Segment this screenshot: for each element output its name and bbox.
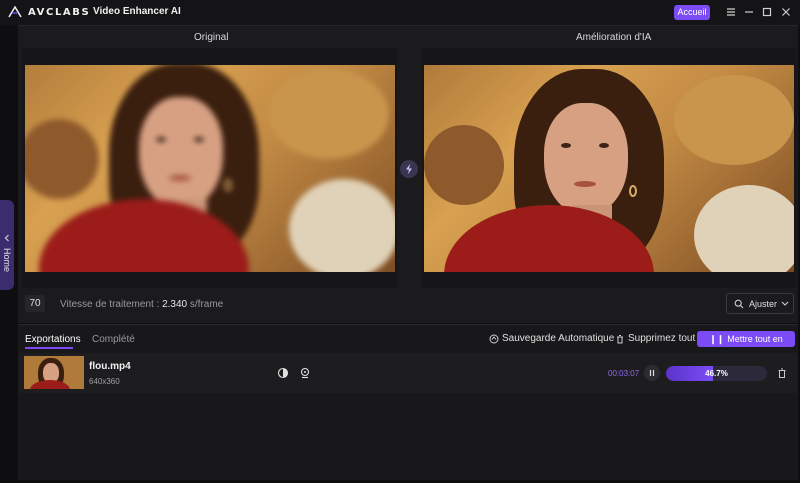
frame-number[interactable]: 70 [25,295,45,312]
auto-save-label: Sauvegarde Automatique [502,333,615,344]
contrast-icon[interactable] [277,367,289,379]
menu-icon[interactable] [724,5,738,19]
app-logo: AVCLABS [8,6,90,18]
maximize-icon[interactable] [760,5,774,19]
home-sidebar-tab[interactable]: Home [0,200,14,290]
chevron-down-icon [781,301,789,307]
auto-save-button[interactable]: Sauvegarde Automatique [489,333,614,344]
progress-bar: 46.7% [666,366,767,381]
active-tab-indicator [25,347,73,349]
chevron-left-icon [3,234,11,242]
tab-complete[interactable]: Complété [92,334,135,345]
original-video-frame [25,65,395,272]
fit-label: Ajuster [749,299,778,309]
video-thumbnail [24,356,84,389]
title-bar: AVCLABS Video Enhancer AI Accueil [0,0,800,25]
pause-item-button[interactable] [644,365,660,381]
original-label: Original [194,32,229,43]
brand-name: AVCLABS [28,6,91,18]
auto-save-icon [489,334,499,344]
zoom-icon [734,299,744,309]
pause-icon: ❙❙ [709,334,725,344]
export-row: flou.mp4 640x360 00:03:07 46.7% [18,353,798,393]
minimize-icon[interactable] [742,5,756,19]
avclabs-logo-icon [8,6,22,18]
fit-zoom-dropdown[interactable]: Ajuster [726,293,794,314]
processing-speed: Vitesse de traitement : 2.340 s/frame [60,299,223,310]
home-label: Home [2,248,12,273]
delete-all-button[interactable]: Supprimez tout [615,333,695,344]
speed-label: Vitesse de traitement : [60,299,160,310]
file-resolution: 640x360 [89,377,120,386]
delete-item-icon[interactable] [776,367,788,379]
delete-all-label: Supprimez tout [628,333,696,344]
ai-model-icon[interactable] [299,367,311,379]
export-panel: Exportations Complété Sauvegarde Automat… [18,324,798,480]
file-name: flou.mp4 [89,361,131,372]
progress-percent: 46.7% [705,369,728,378]
trash-icon [615,334,625,344]
elapsed-time: 00:03:07 [608,369,640,378]
accueil-button[interactable]: Accueil [674,5,710,20]
enhanced-video-frame [424,65,794,272]
pause-all-button[interactable]: ❙❙Mettre tout en pause [697,331,795,360]
enhanced-label: Amélioration d'IA [576,32,652,43]
app-name: Video Enhancer AI [93,6,181,17]
tab-exportations[interactable]: Exportations [25,334,81,345]
speed-unit: s/frame [189,299,224,310]
speed-value: 2.340 [162,299,188,310]
close-icon[interactable] [779,5,793,19]
compare-toggle-icon[interactable] [400,160,418,178]
